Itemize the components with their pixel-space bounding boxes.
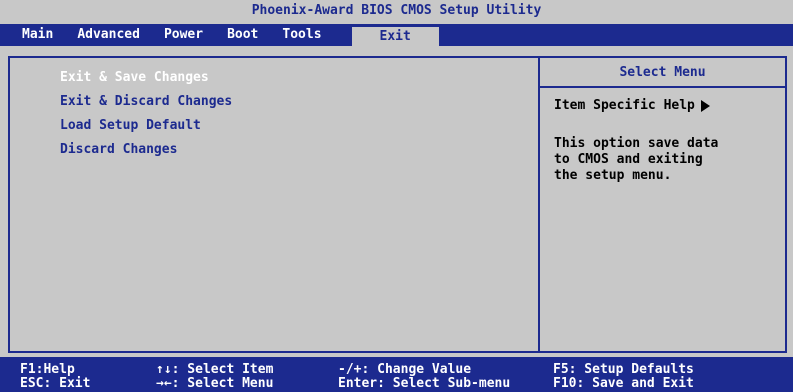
footer-col-defaults: F5: Setup Defaults F10: Save and Exit <box>553 363 694 391</box>
menu-item-power[interactable]: Power <box>152 24 215 46</box>
menu-item-boot[interactable]: Boot <box>215 24 270 46</box>
footer-key-exit: ESC: Exit <box>20 376 91 391</box>
window-title: Phoenix-Award BIOS CMOS Setup Utility <box>0 0 793 24</box>
help-title: Item Specific Help <box>554 98 710 113</box>
footer-col-help: F1:Help ESC: Exit <box>20 363 90 391</box>
menu-item-tools[interactable]: Tools <box>270 24 333 46</box>
footer-key-change-value: -/+: Change Value <box>338 362 472 377</box>
help-header: Select Menu <box>540 58 785 88</box>
help-text: This option save data to CMOS and exitin… <box>554 136 719 183</box>
option-discard-changes[interactable]: Discard Changes <box>60 142 177 157</box>
option-exit-save-changes[interactable]: Exit & Save Changes <box>60 70 209 85</box>
menu-bar: Main Advanced Power Boot Tools Exit <box>0 24 793 46</box>
footer-key-sub-menu: Enter: Select Sub-menu <box>338 376 511 391</box>
option-exit-discard-changes[interactable]: Exit & Discard Changes <box>60 94 232 109</box>
footer-key-help: F1:Help <box>20 362 75 377</box>
footer-key-select-menu: →←: Select Menu <box>156 376 274 391</box>
footer-key-setup-defaults: F5: Setup Defaults <box>553 362 694 377</box>
right-triangle-arrow-icon <box>700 99 710 112</box>
option-load-setup-default[interactable]: Load Setup Default <box>60 118 201 133</box>
menu-item-exit[interactable]: Exit <box>351 24 439 46</box>
footer-key-save-exit: F10: Save and Exit <box>553 376 694 391</box>
footer-key-select-item: ↑↓: Select Item <box>156 362 274 377</box>
menu-item-main[interactable]: Main <box>10 24 65 46</box>
help-panel: Select Menu Item Specific Help This opti… <box>540 58 785 351</box>
help-title-label: Item Specific Help <box>554 98 695 113</box>
footer-col-change: -/+: Change Value Enter: Select Sub-menu <box>338 363 510 391</box>
options-panel: Exit & Save Changes Exit & Discard Chang… <box>10 58 540 351</box>
footer-keys: F1:Help ESC: Exit ↑↓: Select Item →←: Se… <box>0 357 793 392</box>
footer-col-select: ↑↓: Select Item →←: Select Menu <box>156 363 273 391</box>
menu-item-advanced[interactable]: Advanced <box>65 24 152 46</box>
main-area: Exit & Save Changes Exit & Discard Chang… <box>0 46 793 357</box>
content-frame: Exit & Save Changes Exit & Discard Chang… <box>8 56 787 353</box>
